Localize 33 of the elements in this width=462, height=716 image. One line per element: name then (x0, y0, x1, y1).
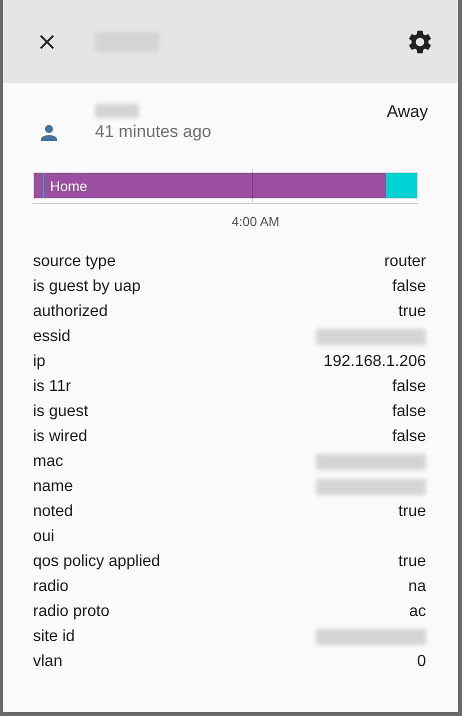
attribute-value: false (392, 378, 426, 396)
attribute-name: is guest by uap (33, 278, 141, 296)
time-tick-label: 4:00 AM (232, 214, 280, 229)
attribute-name: qos policy applied (33, 552, 160, 570)
timeline-segment: Home (34, 173, 386, 198)
attribute-name: authorized (33, 302, 108, 320)
attribute-value: 192.168.1.206 (324, 352, 426, 370)
attribute-name: vlan (33, 652, 62, 670)
attribute-name: essid (33, 328, 70, 346)
attribute-value: true (398, 552, 426, 570)
attribute-value: ac (409, 602, 426, 620)
attribute-name: ip (33, 352, 46, 370)
attribute-value: false (392, 428, 426, 446)
attribute-name: site id (33, 628, 75, 646)
attribute-name: noted (33, 502, 74, 520)
attribute-name: is wired (33, 428, 88, 446)
attribute-name: name (33, 478, 74, 496)
attribute-name: is guest (33, 402, 88, 420)
attribute-value: false (392, 402, 426, 420)
attribute-value: 0 (417, 652, 426, 670)
attribute-name: mac (33, 452, 64, 470)
last-changed-text: 41 minutes ago (95, 122, 212, 142)
attribute-value: router (384, 252, 426, 270)
attribute-value: na (408, 578, 426, 596)
attribute-name: oui (33, 528, 54, 546)
attribute-name: is 11r (33, 378, 71, 396)
attribute-value: true (398, 502, 426, 520)
attribute-value: false (392, 278, 426, 296)
attribute-value: true (398, 302, 426, 320)
attribute-name: source type (33, 252, 116, 270)
attribute-name: radio proto (33, 602, 110, 620)
attribute-name: radio (33, 578, 69, 596)
state-text: Away (386, 101, 428, 122)
